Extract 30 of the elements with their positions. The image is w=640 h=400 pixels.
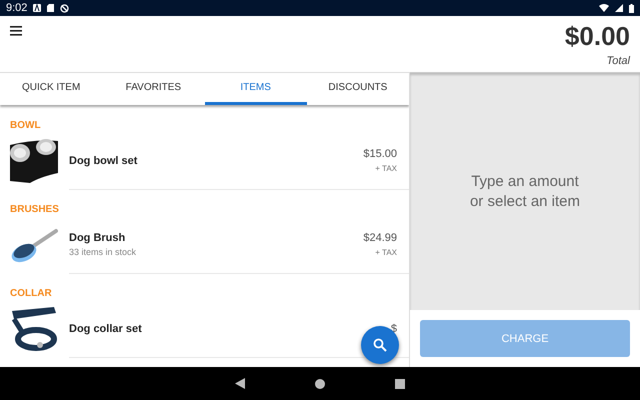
back-icon[interactable]: [235, 378, 245, 389]
total-label: Total: [606, 55, 630, 67]
stock-count: 33 items in stock: [69, 247, 138, 257]
tax-note: + TAX: [375, 164, 397, 173]
notification-icon: [33, 4, 42, 12]
menu-icon[interactable]: [10, 26, 22, 36]
item-name[interactable]: Dog Brush: [69, 232, 362, 244]
category-heading: BOWL: [9, 119, 42, 133]
status-time: 9:02: [6, 2, 28, 14]
signal-icon: [615, 4, 623, 12]
wifi-icon: [599, 4, 609, 12]
amount-prompt: Type an amount or select an item: [470, 172, 580, 212]
tab[interactable]: DISCOUNTS: [306, 73, 409, 105]
sd-card-icon: [47, 4, 54, 12]
home-icon[interactable]: [315, 378, 325, 388]
tab[interactable]: ITEMS: [204, 73, 307, 105]
total-amount: $0.00: [564, 21, 630, 52]
item-name[interactable]: Dog collar set: [69, 322, 362, 334]
item-price: $24.99: [363, 232, 397, 244]
category-heading: BRUSHES: [9, 203, 60, 217]
recents-icon[interactable]: [395, 378, 405, 388]
search-icon: [373, 338, 387, 352]
item-price: $: [390, 322, 397, 334]
tab[interactable]: FAVORITES: [102, 73, 204, 105]
item-price: $15.00: [363, 148, 397, 160]
tax-note: + TAX: [375, 248, 397, 257]
item-name[interactable]: Dog bowl set: [69, 154, 362, 166]
battery-icon: [629, 4, 634, 12]
tab[interactable]: QUICK ITEM: [0, 73, 102, 105]
category-heading: COLLAR: [9, 287, 53, 301]
